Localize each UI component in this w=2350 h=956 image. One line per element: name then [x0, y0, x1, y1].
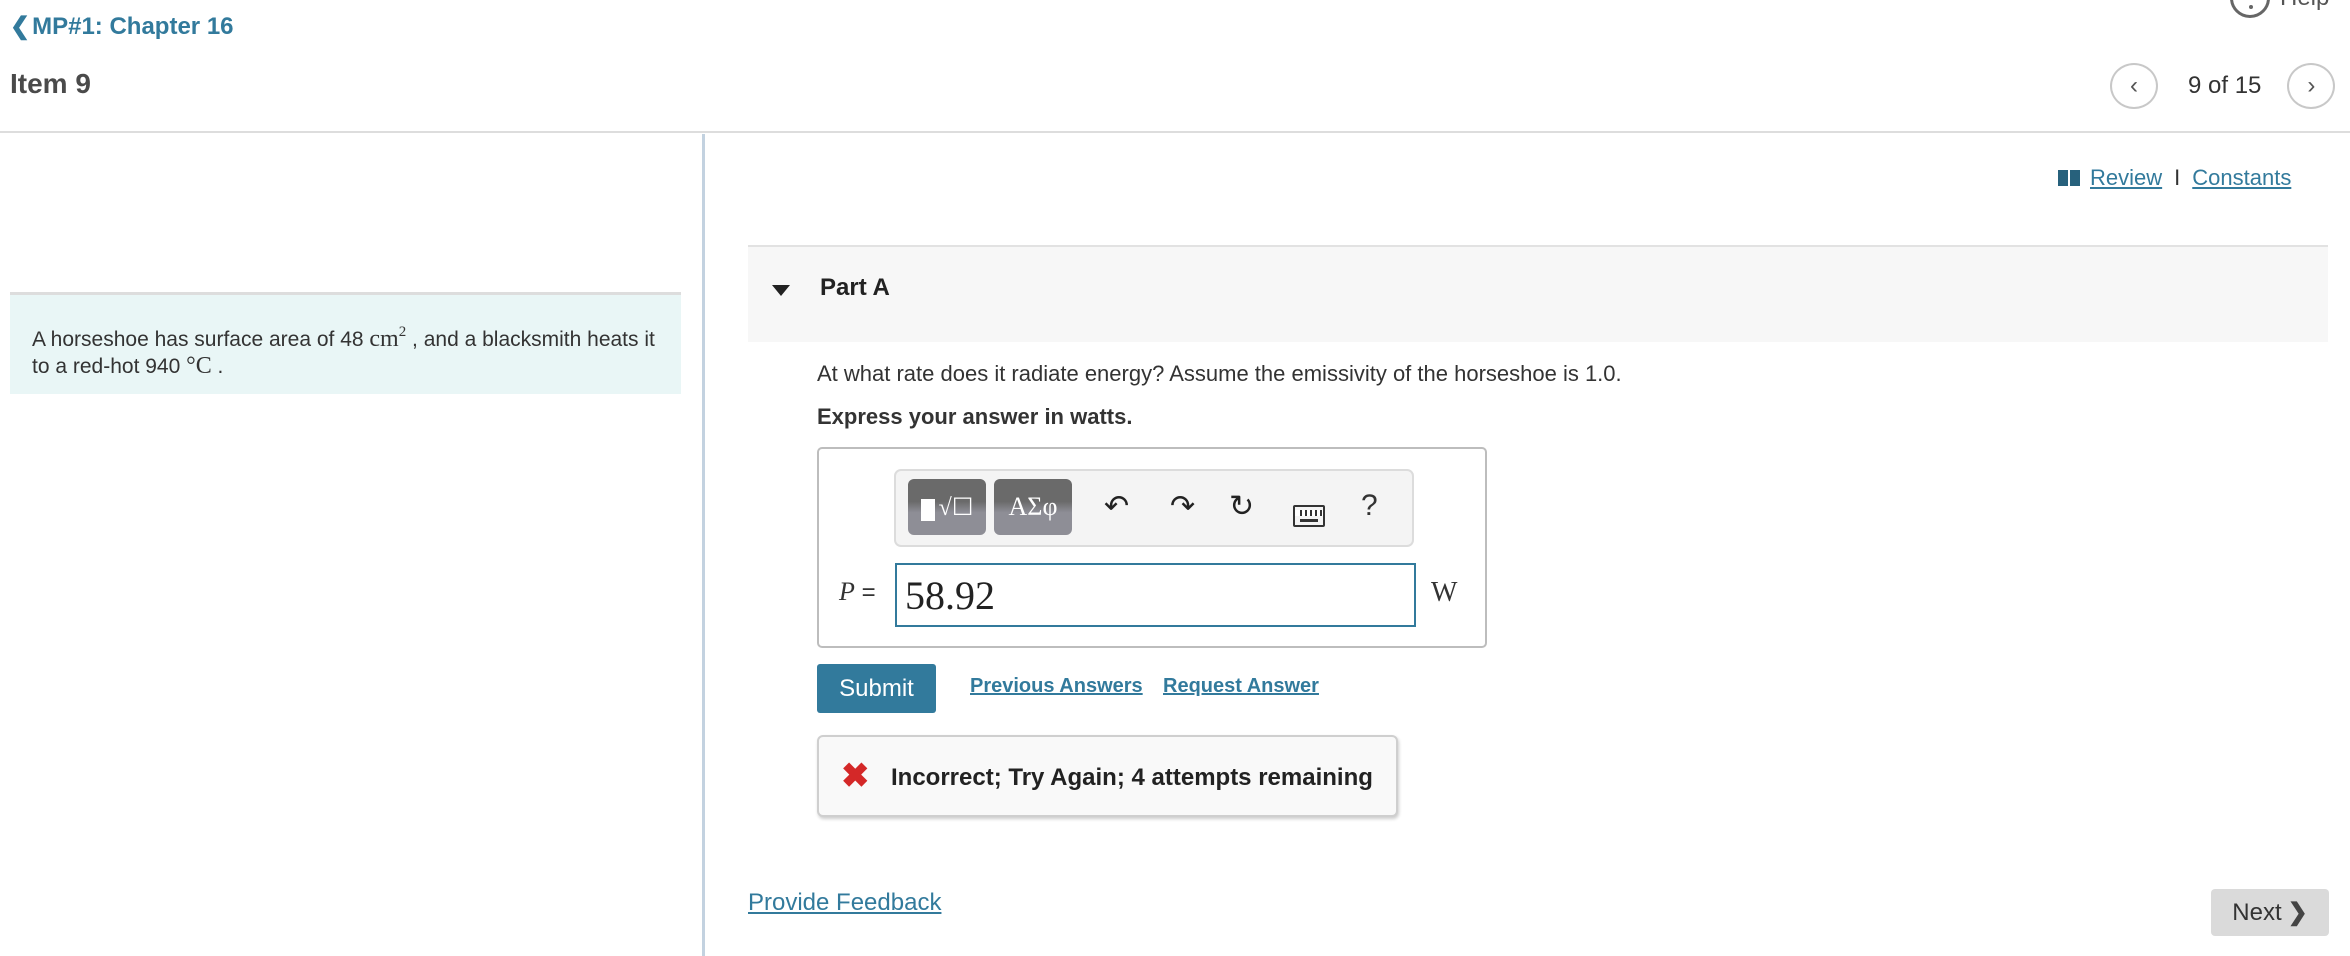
- review-link[interactable]: Review: [2090, 165, 2162, 191]
- resource-links: Review I Constants: [2058, 165, 2291, 191]
- answer-instruction: Express your answer in watts.: [817, 404, 1133, 429]
- item-pager: ‹ 9 of 15 ›: [2110, 63, 2336, 109]
- feedback-message: ✖ Incorrect; Try Again; 4 attempts remai…: [817, 735, 1398, 817]
- panel-divider[interactable]: [702, 134, 705, 956]
- submit-button[interactable]: Submit: [817, 664, 936, 713]
- answer-input[interactable]: [895, 563, 1416, 627]
- breadcrumb-link[interactable]: ❮ MP#1: Chapter 16: [10, 12, 234, 41]
- link-separator: I: [2174, 165, 2181, 190]
- templates-button[interactable]: √☐: [908, 479, 986, 535]
- chevron-left-icon: ‹: [2130, 72, 2138, 99]
- part-header[interactable]: Part A: [748, 245, 2328, 342]
- temperature-unit: °C: [186, 353, 212, 379]
- template-block-icon: [920, 499, 935, 521]
- book-icon: [2058, 170, 2080, 186]
- chevron-left-icon: ❮: [10, 13, 31, 40]
- error-x-icon: ✖: [841, 757, 870, 795]
- next-item-button[interactable]: ›: [2287, 63, 2336, 109]
- request-answer-link[interactable]: Request Answer: [1163, 675, 1319, 698]
- root-template-icon: √☐: [938, 494, 974, 521]
- part-title: Part A: [820, 274, 890, 301]
- next-button[interactable]: Next ❯: [2211, 889, 2329, 936]
- help-icon: [2230, 0, 2270, 18]
- help-button[interactable]: Help: [2230, 0, 2329, 18]
- constants-link[interactable]: Constants: [2192, 165, 2291, 191]
- breadcrumb-label: MP#1: Chapter 16: [32, 12, 234, 40]
- page-title: Item 9: [10, 68, 91, 99]
- question-text: At what rate does it radiate energy? Ass…: [817, 361, 1622, 386]
- next-label: Next: [2232, 898, 2282, 926]
- redo-icon[interactable]: ↷: [1170, 489, 1195, 524]
- answer-unit: W: [1431, 577, 1458, 608]
- keyboard-icon[interactable]: [1293, 505, 1325, 527]
- help-label: Help: [2280, 0, 2329, 12]
- symbols-button[interactable]: ΑΣφ: [994, 479, 1072, 535]
- math-toolbar: √☐ ΑΣφ ↶ ↷ ↻ ?: [894, 469, 1414, 547]
- reset-icon[interactable]: ↻: [1229, 489, 1254, 524]
- chevron-right-icon: ❯: [2287, 899, 2308, 926]
- previous-answers-link[interactable]: Previous Answers: [970, 675, 1143, 698]
- problem-text: .: [211, 355, 224, 378]
- area-unit: cm: [369, 326, 399, 352]
- provide-feedback-link[interactable]: Provide Feedback: [748, 889, 941, 917]
- problem-statement: A horseshoe has surface area of 48 cm2 ,…: [10, 292, 681, 394]
- variable-label: P =: [839, 577, 876, 607]
- equals-sign: =: [861, 579, 876, 606]
- top-bar: ❮ MP#1: Chapter 16 Item 9 Help ‹ 9 of 15…: [0, 0, 2350, 133]
- variable-symbol: P: [839, 577, 855, 606]
- undo-icon[interactable]: ↶: [1104, 489, 1129, 524]
- caret-down-icon[interactable]: [772, 285, 790, 296]
- answer-box: √☐ ΑΣφ ↶ ↷ ↻ ? P = W: [817, 447, 1487, 648]
- feedback-text: Incorrect; Try Again; 4 attempts remaini…: [891, 764, 1373, 791]
- problem-text: A horseshoe has surface area of 48: [32, 328, 370, 351]
- help-icon[interactable]: ?: [1361, 489, 1378, 523]
- pager-position: 9 of 15: [2188, 72, 2262, 99]
- chevron-right-icon: ›: [2307, 72, 2316, 99]
- previous-item-button[interactable]: ‹: [2110, 63, 2158, 109]
